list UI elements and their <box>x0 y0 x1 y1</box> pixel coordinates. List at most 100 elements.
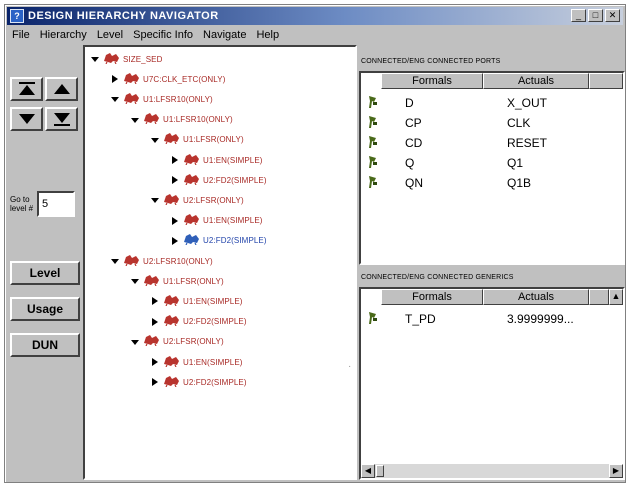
tree-node[interactable]: U1:EN(SIMPLE) <box>171 152 263 168</box>
minimize-icon[interactable]: _ <box>571 9 586 22</box>
tree-node-label[interactable]: U1:LFSR10(ONLY) <box>143 95 213 104</box>
tree-node-label[interactable]: U2:LFSR10(ONLY) <box>143 257 213 266</box>
table-row[interactable]: CP CLK <box>361 113 623 133</box>
tree-node-label[interactable]: U1:EN(SIMPLE) <box>203 216 263 225</box>
ports-actuals-header[interactable]: Actuals <box>483 73 589 89</box>
collapse-toggle-icon[interactable] <box>91 54 99 64</box>
tree-node-label[interactable]: U1:LFSR10(ONLY) <box>163 115 233 124</box>
table-row[interactable]: D X_OUT <box>361 93 623 113</box>
collapse-toggle-icon[interactable] <box>111 94 119 104</box>
collapse-toggle-icon[interactable] <box>151 135 159 145</box>
formal-cell: CP <box>405 116 422 130</box>
tree-node[interactable]: U2:FD2(SIMPLE) <box>151 314 247 330</box>
details-panel: CONNECTED/ENG CONNECTED PORTS Formals Ac… <box>359 45 625 480</box>
tree-node[interactable]: U7C:CLK_ETC(ONLY) <box>111 71 225 87</box>
tree-node-label[interactable]: U1:EN(SIMPLE) <box>183 297 243 306</box>
hierarchy-tree[interactable]: · SIZE_SED U7C:CLK_ETC(ONLY) U1:LFSR10(ONL… <box>83 45 357 480</box>
dun-button[interactable]: DUN <box>10 333 80 357</box>
app-icon[interactable]: ? <box>10 9 24 23</box>
scroll-right-button[interactable]: ▶ <box>609 464 623 478</box>
goto-bottom-button[interactable] <box>45 107 78 131</box>
tree-node[interactable]: U1:EN(SIMPLE) <box>151 293 243 309</box>
window-title: DESIGN HIERARCHY NAVIGATOR <box>28 10 219 22</box>
tree-node[interactable]: U1:LFSR10(ONLY) <box>111 91 213 107</box>
tree-node[interactable]: SIZE_SED <box>91 51 162 67</box>
maximize-icon[interactable]: □ <box>588 9 603 22</box>
usage-button[interactable]: Usage <box>10 297 80 321</box>
generics-actuals-header[interactable]: Actuals <box>483 289 589 305</box>
component-icon <box>183 233 200 248</box>
tree-node[interactable]: U2:FD2(SIMPLE) <box>151 374 247 390</box>
tree-node-label[interactable]: U2:FD2(SIMPLE) <box>203 176 267 185</box>
expand-toggle-icon[interactable] <box>171 155 179 165</box>
tree-node[interactable]: U1:EN(SIMPLE) <box>151 354 243 370</box>
menu-hierarchy[interactable]: Hierarchy <box>35 29 92 41</box>
tree-node-label[interactable]: U2:LFSR(ONLY) <box>183 196 244 205</box>
down-button[interactable] <box>10 107 43 131</box>
tree-node-label[interactable]: U1:EN(SIMPLE) <box>183 358 243 367</box>
tree-node-label[interactable]: U2:FD2(SIMPLE) <box>183 378 247 387</box>
tree-node[interactable]: U2:LFSR(ONLY) <box>131 334 224 350</box>
component-icon <box>163 355 180 370</box>
component-icon <box>163 375 180 390</box>
tree-node-label[interactable]: U1:LFSR(ONLY) <box>183 135 244 144</box>
menu-navigate[interactable]: Navigate <box>198 29 251 41</box>
scroll-left-button[interactable]: ◀ <box>361 464 375 478</box>
expand-toggle-icon[interactable] <box>171 216 179 226</box>
generics-formals-header[interactable]: Formals <box>381 289 483 305</box>
expand-toggle-icon[interactable] <box>171 236 179 246</box>
expand-toggle-icon[interactable] <box>151 377 159 387</box>
collapse-toggle-icon[interactable] <box>111 256 119 266</box>
tree-node[interactable]: U1:LFSR(ONLY) <box>151 132 244 148</box>
tree-node[interactable]: U1:EN(SIMPLE) <box>171 213 263 229</box>
expand-toggle-icon[interactable] <box>151 317 159 327</box>
table-row[interactable]: T_PD 3.9999999... <box>361 309 623 329</box>
menu-file[interactable]: File <box>7 29 35 41</box>
up-button[interactable] <box>45 77 78 101</box>
component-icon <box>183 173 200 188</box>
title-bar[interactable]: ? DESIGN HIERARCHY NAVIGATOR _ □ ✕ <box>7 7 623 25</box>
tree-node[interactable]: U2:FD2(SIMPLE) <box>171 233 267 249</box>
expand-toggle-icon[interactable] <box>111 74 119 84</box>
up-arrow-icon <box>53 84 70 94</box>
tree-node[interactable]: U1:LFSR(ONLY) <box>131 273 224 289</box>
tree-node[interactable]: U2:LFSR10(ONLY) <box>111 253 213 269</box>
ports-table[interactable]: Formals Actuals D X_OUT CP CLK CD RESET Q Q1 QN Q… <box>359 71 625 265</box>
generics-extra-header <box>589 289 609 305</box>
goto-top-button[interactable] <box>10 77 43 101</box>
scroll-thumb[interactable] <box>376 465 384 477</box>
collapse-toggle-icon[interactable] <box>131 276 139 286</box>
tree-node[interactable]: U2:FD2(SIMPLE) <box>171 172 267 188</box>
menu-help[interactable]: Help <box>251 29 284 41</box>
generics-horizontal-scrollbar[interactable]: ◀ ▶ <box>361 464 623 478</box>
tree-node-label[interactable]: U7C:CLK_ETC(ONLY) <box>143 75 225 84</box>
menu-specific-info[interactable]: Specific Info <box>128 29 198 41</box>
generics-section-title: CONNECTED/ENG CONNECTED GENERICS <box>361 274 514 281</box>
level-button[interactable]: Level <box>10 261 80 285</box>
generics-scroll-up-button[interactable]: ▲ <box>609 289 623 305</box>
menu-level[interactable]: Level <box>92 29 128 41</box>
tree-node-label[interactable]: U1:LFSR(ONLY) <box>163 277 224 286</box>
ports-formals-header[interactable]: Formals <box>381 73 483 89</box>
expand-toggle-icon[interactable] <box>151 357 159 367</box>
collapse-toggle-icon[interactable] <box>151 195 159 205</box>
tree-node-label[interactable]: U1:EN(SIMPLE) <box>203 156 263 165</box>
table-row[interactable]: QN Q1B <box>361 173 623 193</box>
tree-node-label[interactable]: U2:LFSR(ONLY) <box>163 337 224 346</box>
component-icon <box>143 334 160 349</box>
table-row[interactable]: Q Q1 <box>361 153 623 173</box>
collapse-toggle-icon[interactable] <box>131 115 139 125</box>
collapse-toggle-icon[interactable] <box>131 337 139 347</box>
goto-level-input[interactable] <box>37 191 75 217</box>
component-icon <box>123 72 140 87</box>
tree-node[interactable]: U1:LFSR10(ONLY) <box>131 112 233 128</box>
close-icon[interactable]: ✕ <box>605 9 620 22</box>
tree-node-label[interactable]: SIZE_SED <box>123 55 162 64</box>
expand-toggle-icon[interactable] <box>171 175 179 185</box>
generics-table[interactable]: Formals Actuals ▲ ◀ ▶ T_PD 3.9999999... <box>359 287 625 480</box>
tree-node-label[interactable]: U2:FD2(SIMPLE) <box>183 317 247 326</box>
tree-node[interactable]: U2:LFSR(ONLY) <box>151 192 244 208</box>
expand-toggle-icon[interactable] <box>151 296 159 306</box>
table-row[interactable]: CD RESET <box>361 133 623 153</box>
tree-node-label[interactable]: U2:FD2(SIMPLE) <box>203 236 267 245</box>
